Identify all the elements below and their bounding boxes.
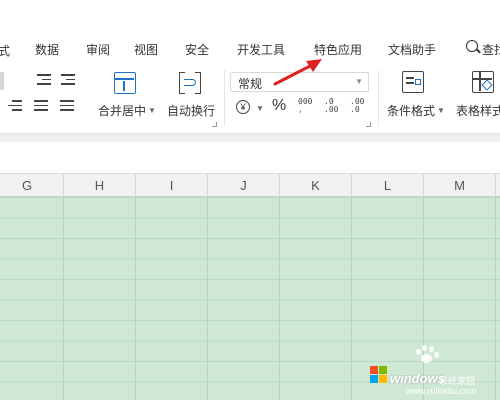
ribbon-separator (378, 70, 379, 126)
tab-formula[interactable]: 式 (0, 42, 10, 59)
increase-indent-icon[interactable] (61, 74, 75, 88)
conditional-format-button[interactable]: 条件格式 ▼ (387, 102, 445, 119)
search-button[interactable]: 查找 (466, 40, 500, 58)
decrease-decimal-label: .00 .0 (350, 97, 365, 114)
merge-center-label: 合并居中 (98, 104, 147, 118)
column-header[interactable]: L (351, 174, 423, 197)
column-header[interactable]: G (0, 174, 63, 197)
ribbon-separator (224, 70, 225, 126)
ribbon-gap (0, 134, 500, 142)
watermark-brand: windows (390, 371, 445, 386)
table-style-icon[interactable] (472, 71, 494, 93)
tab-review[interactable]: 审阅 (86, 41, 110, 58)
thousands-separator-button[interactable]: 000, (298, 98, 312, 114)
increase-decimal-button[interactable]: .0 .00 (324, 98, 342, 114)
formula-bar[interactable] (0, 142, 500, 174)
number-format-value: 常规 (238, 77, 263, 91)
search-icon (466, 40, 478, 52)
yen-icon: ¥ (240, 102, 246, 112)
watermark: windows 系统家园 www.ruihaitu.com (362, 346, 498, 398)
column-header[interactable]: I (135, 174, 207, 197)
search-label: 查找 (482, 43, 500, 57)
auto-wrap-icon[interactable] (179, 72, 201, 94)
watermark-url: www.ruihaitu.com (406, 386, 477, 396)
chevron-down-icon[interactable]: ▼ (256, 104, 264, 113)
merge-center-icon[interactable] (114, 72, 136, 94)
column-header-row: G H I J K L M (0, 174, 500, 197)
column-header[interactable]: H (63, 174, 135, 197)
chevron-down-icon: ▼ (437, 106, 445, 115)
column-header[interactable]: J (207, 174, 279, 197)
windows-logo-icon (370, 366, 388, 384)
alignment-dialog-launcher[interactable] (212, 122, 217, 127)
menu-bar (0, 0, 500, 32)
column-header[interactable]: K (279, 174, 351, 197)
column-header[interactable]: M (423, 174, 495, 197)
justify-icon[interactable] (34, 100, 48, 114)
chevron-down-icon: ▼ (148, 106, 156, 115)
table-style-label[interactable]: 表格样式 (456, 102, 500, 119)
conditional-format-icon[interactable] (402, 71, 424, 93)
conditional-format-label: 条件格式 (387, 104, 436, 118)
ribbon-toolbar: 合并居中 ▼ 自动换行 常规 ▼ ¥ ▼ % 000, .0 .00 .00 .0… (0, 62, 500, 134)
merge-center-button[interactable]: 合并居中 ▼ (98, 102, 156, 119)
decrease-indent-icon[interactable] (37, 74, 51, 88)
align-partial-button[interactable] (0, 72, 4, 90)
increase-decimal-label: .0 .00 (324, 97, 339, 114)
auto-wrap-label[interactable]: 自动换行 (167, 102, 215, 119)
currency-button[interactable]: ¥ (236, 100, 250, 114)
annotation-arrow (273, 59, 322, 86)
annotation-arrow-shaft (273, 62, 316, 86)
distributed-align-icon[interactable] (60, 100, 74, 114)
decrease-decimal-button[interactable]: .00 .0 (350, 98, 368, 114)
tab-security[interactable]: 安全 (185, 41, 209, 58)
number-dialog-launcher[interactable] (366, 122, 371, 127)
align-right-icon[interactable] (8, 100, 22, 114)
tab-data[interactable]: 数据 (35, 41, 59, 58)
percent-button[interactable]: % (272, 97, 286, 115)
tab-document-assistant[interactable]: 文档助手 (388, 41, 436, 58)
tab-view[interactable]: 视图 (134, 41, 158, 58)
chevron-down-icon: ▼ (355, 77, 363, 86)
column-header-partial[interactable] (495, 174, 500, 197)
comma-icon: , (298, 105, 303, 114)
